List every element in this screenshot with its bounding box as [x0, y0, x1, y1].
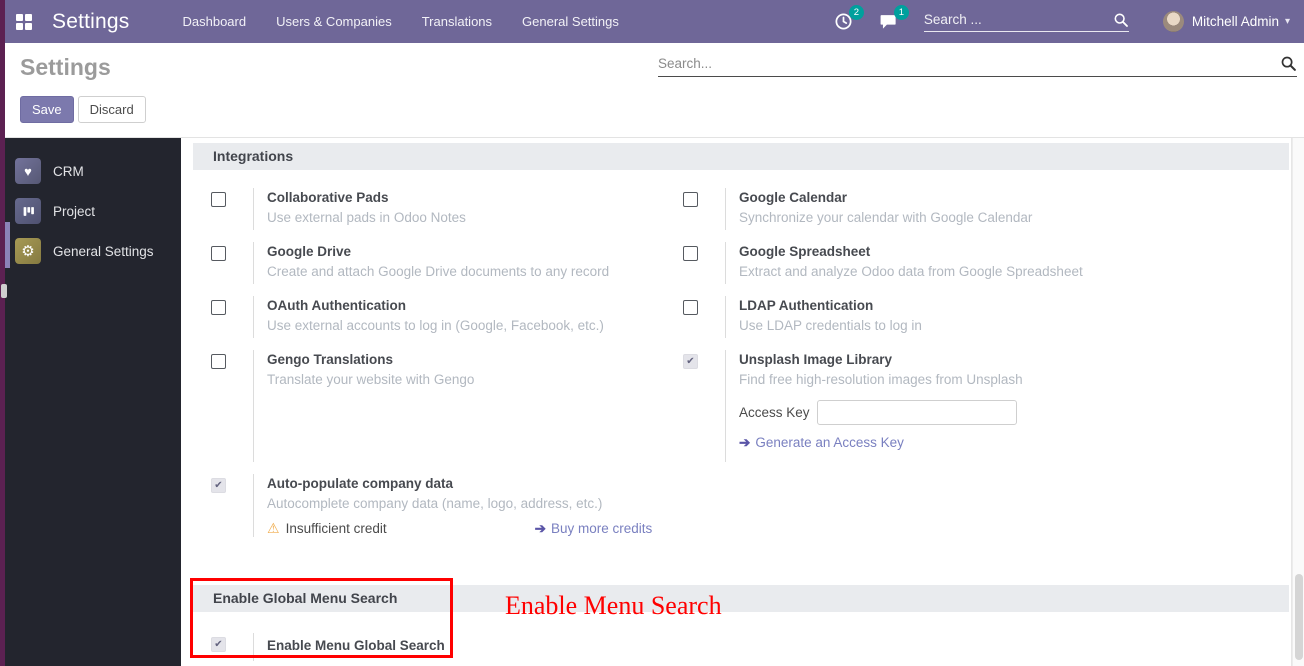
enable-menu-global-search-checkbox[interactable]: ✔: [211, 637, 226, 652]
top-navbar: Settings Dashboard Users & Companies Tra…: [0, 0, 1304, 43]
setting-auto-populate-company-data: ✔ Auto-populate company data Autocomplet…: [211, 474, 683, 537]
settings-content: Integrations Collaborative Pads Use exte…: [181, 138, 1292, 666]
setting-gengo-translations: Gengo Translations Translate your websit…: [211, 350, 683, 462]
setting-title[interactable]: Gengo Translations: [267, 352, 683, 367]
left-accent-strip: [0, 0, 5, 666]
annotation-text: Enable Menu Search: [505, 591, 722, 621]
setting-description: Synchronize your calendar with Google Ca…: [739, 210, 1289, 225]
discard-button[interactable]: Discard: [78, 96, 146, 123]
setting-description: Use LDAP credentials to log in: [739, 318, 1289, 333]
warning-text: Insufficient credit: [286, 521, 387, 536]
setting-description: Use external pads in Odoo Notes: [267, 210, 683, 225]
gear-icon: ⚙: [15, 238, 41, 264]
menu-item-general-settings[interactable]: General Settings: [511, 8, 630, 35]
user-menu[interactable]: Mitchell Admin ▾: [1163, 11, 1290, 32]
menu-item-dashboard[interactable]: Dashboard: [171, 8, 257, 35]
search-icon[interactable]: [1280, 55, 1297, 72]
setting-google-calendar: Google Calendar Synchronize your calenda…: [683, 188, 1289, 230]
settings-column-right: Google Calendar Synchronize your calenda…: [683, 188, 1289, 549]
settings-app-window: Settings Dashboard Users & Companies Tra…: [0, 0, 1304, 666]
setting-title[interactable]: LDAP Authentication: [739, 298, 1289, 313]
link-arrow-icon: ➔: [739, 435, 750, 450]
section-header-enable-global-menu-search: Enable Global Menu Search: [193, 585, 1289, 612]
vertical-scrollbar[interactable]: [1292, 138, 1304, 666]
access-key-label: Access Key: [739, 405, 810, 420]
access-key-input[interactable]: [817, 400, 1017, 425]
setting-ldap-authentication: LDAP Authentication Use LDAP credentials…: [683, 296, 1289, 338]
caret-down-icon: ▾: [1285, 16, 1290, 27]
setting-description: Create and attach Google Drive documents…: [267, 264, 683, 279]
settings-search: [658, 55, 1297, 77]
gengo-checkbox[interactable]: [211, 354, 226, 369]
navbar-search-input[interactable]: [924, 12, 1113, 27]
setting-title[interactable]: Google Calendar: [739, 190, 1289, 205]
menu-item-translations[interactable]: Translations: [411, 8, 503, 35]
setting-title[interactable]: Google Drive: [267, 244, 683, 259]
sidebar-active-indicator: [5, 222, 10, 268]
settings-sidebar: ♥ CRM Project ⚙ General Settings: [0, 138, 181, 666]
setting-title[interactable]: Enable Menu Global Search: [267, 635, 445, 653]
setting-oauth-authentication: OAuth Authentication Use external accoun…: [211, 296, 683, 338]
settings-search-input[interactable]: [658, 56, 1280, 71]
action-buttons: Save Discard: [20, 96, 146, 123]
save-button[interactable]: Save: [20, 96, 74, 123]
setting-title[interactable]: Unsplash Image Library: [739, 352, 1289, 367]
auto-populate-checkbox[interactable]: ✔: [211, 478, 226, 493]
oauth-checkbox[interactable]: [211, 300, 226, 315]
sidebar-item-crm[interactable]: ♥ CRM: [0, 151, 181, 191]
navbar-app-title: Settings: [52, 10, 129, 34]
setting-title[interactable]: Collaborative Pads: [267, 190, 683, 205]
warning-icon: ⚠: [267, 520, 280, 537]
setting-title[interactable]: OAuth Authentication: [267, 298, 683, 313]
setting-google-drive: Google Drive Create and attach Google Dr…: [211, 242, 683, 284]
settings-column-left: Collaborative Pads Use external pads in …: [211, 188, 683, 549]
activities-button[interactable]: 2: [834, 12, 853, 31]
project-app-icon: [15, 198, 41, 224]
setting-collaborative-pads: Collaborative Pads Use external pads in …: [211, 188, 683, 230]
setting-title[interactable]: Google Spreadsheet: [739, 244, 1289, 259]
credit-warning-row: ⚠ Insufficient credit ➔Buy more credits: [267, 520, 683, 537]
page-title: Settings: [20, 54, 111, 81]
avatar: [1163, 11, 1184, 32]
setting-description: Find free high-resolution images from Un…: [739, 372, 1289, 387]
section-header-integrations: Integrations: [193, 143, 1289, 170]
sidebar-item-project[interactable]: Project: [0, 191, 181, 231]
google-spreadsheet-checkbox[interactable]: [683, 246, 698, 261]
setting-description: Autocomplete company data (name, logo, a…: [267, 496, 683, 511]
setting-description: Extract and analyze Odoo data from Googl…: [739, 264, 1289, 279]
crm-app-icon: ♥: [15, 158, 41, 184]
unsplash-checkbox[interactable]: ✔: [683, 354, 698, 369]
page-header: Settings Save Discard: [0, 43, 1304, 138]
setting-unsplash-image-library: ✔ Unsplash Image Library Find free high-…: [683, 350, 1289, 462]
messages-button[interactable]: 1: [879, 12, 898, 31]
search-icon[interactable]: [1113, 12, 1129, 28]
integrations-grid: Collaborative Pads Use external pads in …: [211, 188, 1289, 549]
ldap-checkbox[interactable]: [683, 300, 698, 315]
setting-enable-menu-global-search: ✔ Enable Menu Global Search: [211, 633, 445, 661]
sidebar-item-general-settings[interactable]: ⚙ General Settings: [0, 231, 181, 271]
setting-google-spreadsheet: Google Spreadsheet Extract and analyze O…: [683, 242, 1289, 284]
setting-description: Use external accounts to log in (Google,…: [267, 318, 683, 333]
navbar-right: 2 1 Mitchell Admin ▾: [834, 11, 1304, 32]
access-key-row: Access Key: [739, 400, 1289, 425]
menu-item-users-companies[interactable]: Users & Companies: [265, 8, 403, 35]
buy-more-credits-link[interactable]: ➔Buy more credits: [535, 521, 653, 537]
setting-title[interactable]: Auto-populate company data: [267, 476, 683, 491]
google-calendar-checkbox[interactable]: [683, 192, 698, 207]
google-drive-checkbox[interactable]: [211, 246, 226, 261]
scrollbar-thumb[interactable]: [1295, 574, 1303, 660]
sidebar-collapse-handle[interactable]: [1, 284, 7, 298]
link-arrow-icon: ➔: [535, 521, 546, 536]
collaborative-pads-checkbox[interactable]: [211, 192, 226, 207]
setting-description: Translate your website with Gengo: [267, 372, 683, 387]
apps-menu-icon[interactable]: [16, 14, 32, 30]
generate-access-key-link[interactable]: ➔Generate an Access Key: [739, 435, 1289, 451]
user-name: Mitchell Admin: [1192, 14, 1279, 29]
activities-badge: 2: [849, 5, 864, 20]
navbar-menu: Dashboard Users & Companies Translations…: [171, 8, 629, 35]
navbar-search: [924, 12, 1129, 32]
messages-badge: 1: [894, 5, 909, 20]
